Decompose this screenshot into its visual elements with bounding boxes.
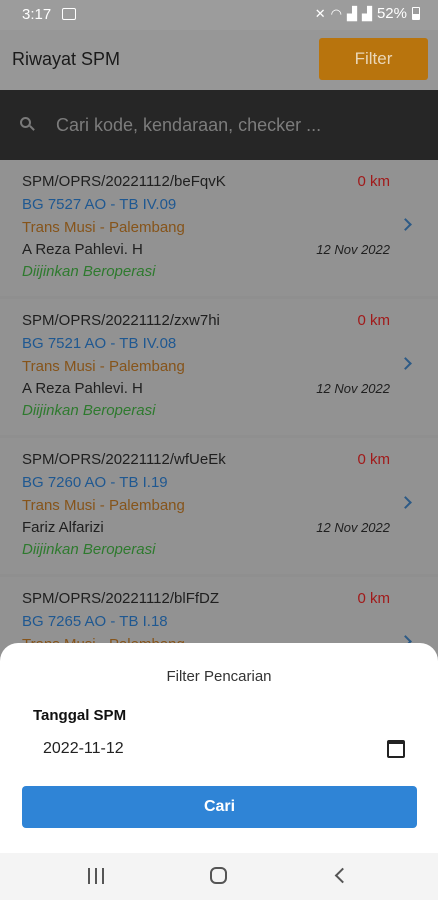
route-label: Trans Musi - Palembang <box>22 358 185 375</box>
checker-name: A Reza Pahlevi. H <box>22 380 143 397</box>
page-title: Riwayat SPM <box>12 49 121 69</box>
battery-percentage: 52% <box>376 5 407 22</box>
status-right-icons: ✕ ◠ ▟ ▟ 52% <box>315 5 420 22</box>
vehicle-label: BG 7521 AO - TB IV.08 <box>22 335 177 352</box>
spm-code: SPM/OPRS/20221112/beFqvK <box>22 173 226 190</box>
sheet-title: Filter Pencarian <box>166 668 272 685</box>
status-label: Diijinkan Beroperasi <box>22 541 156 558</box>
recent-apps-icon[interactable] <box>88 868 104 884</box>
distance-value: 0 km <box>357 590 390 607</box>
chevron-right-icon <box>399 496 412 509</box>
date-field-label: Tanggal SPM <box>33 707 127 724</box>
spm-code: SPM/OPRS/20221112/wfUeEk <box>22 451 226 468</box>
item-date: 12 Nov 2022 <box>316 242 390 257</box>
search-bar <box>0 90 438 160</box>
route-label: Trans Musi - Palembang <box>22 497 185 514</box>
vehicle-label: BG 7527 AO - TB IV.09 <box>22 196 177 213</box>
gallery-notification-icon <box>62 8 76 20</box>
vehicle-label: BG 7260 AO - TB I.19 <box>22 474 168 491</box>
distance-value: 0 km <box>357 451 390 468</box>
app-bar: Riwayat SPM Filter <box>0 30 438 90</box>
back-icon[interactable] <box>334 867 351 884</box>
mute-icon: ✕ <box>314 5 326 21</box>
date-field[interactable]: 2022-11-12 <box>43 740 124 758</box>
home-icon[interactable] <box>210 867 227 884</box>
signal-icon: ▟ <box>346 5 357 21</box>
list-item[interactable]: SPM/OPRS/20221112/wfUeEk 0 km BG 7260 AO… <box>0 438 438 574</box>
battery-icon <box>412 7 420 20</box>
status-label: Diijinkan Beroperasi <box>22 402 156 419</box>
vehicle-label: BG 7265 AO - TB I.18 <box>22 613 168 630</box>
distance-value: 0 km <box>357 312 390 329</box>
chevron-right-icon <box>399 218 412 231</box>
distance-value: 0 km <box>357 173 390 190</box>
status-bar: 3:17 ✕ ◠ ▟ ▟ 52% <box>0 0 438 30</box>
checker-name: Fariz Alfarizi <box>22 519 104 536</box>
checker-name: A Reza Pahlevi. H <box>22 241 143 258</box>
list-item[interactable]: SPM/OPRS/20221112/beFqvK 0 km BG 7527 AO… <box>0 160 438 296</box>
wifi-icon: ◠ <box>330 5 342 21</box>
spm-code: SPM/OPRS/20221112/blFfDZ <box>22 590 220 607</box>
item-date: 12 Nov 2022 <box>316 520 390 535</box>
spm-list: SPM/OPRS/20221112/beFqvK 0 km BG 7527 AO… <box>0 160 438 660</box>
route-label: Trans Musi - Palembang <box>22 219 185 236</box>
calendar-icon[interactable] <box>387 740 405 758</box>
search-submit-button[interactable]: Cari <box>22 786 417 828</box>
system-nav-bar <box>0 853 438 900</box>
filter-button[interactable]: Filter <box>319 38 428 80</box>
search-input[interactable] <box>56 112 416 138</box>
search-icon <box>20 117 31 128</box>
item-date: 12 Nov 2022 <box>316 381 390 396</box>
spm-code: SPM/OPRS/20221112/zxw7hi <box>22 312 220 329</box>
chevron-right-icon <box>399 357 412 370</box>
filter-bottom-sheet: Filter Pencarian Tanggal SPM 2022-11-12 … <box>0 643 438 853</box>
list-item[interactable]: SPM/OPRS/20221112/zxw7hi 0 km BG 7521 AO… <box>0 299 438 435</box>
signal-icon-2: ▟ <box>361 5 372 21</box>
status-time: 3:17 <box>22 6 52 23</box>
status-label: Diijinkan Beroperasi <box>22 263 156 280</box>
